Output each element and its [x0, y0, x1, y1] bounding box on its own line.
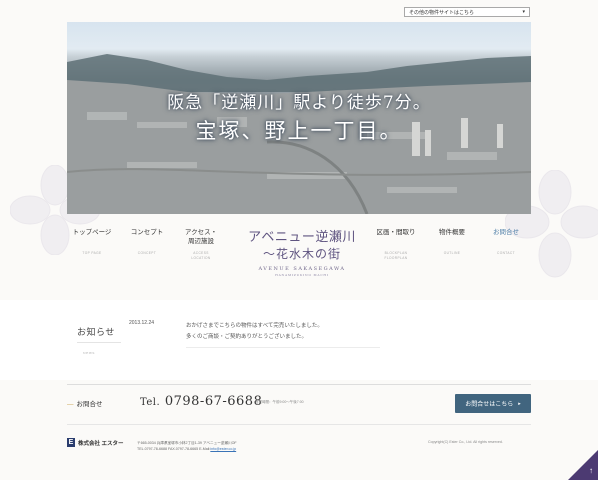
nav-item-sublabel: CONTACT: [497, 251, 515, 255]
company-name: 株式会社 エスター: [78, 440, 124, 447]
nav-item-access[interactable]: アクセス・ 周辺施設 ACCESS LOCATION: [176, 228, 226, 261]
company-logo: E 株式会社 エスター: [67, 438, 124, 447]
nav-item-top[interactable]: トップページ TOP PAGE: [67, 228, 117, 256]
logo-subtitle: 〜花水木の街: [262, 247, 341, 261]
main-nav: トップページ TOP PAGE コンセプト CONCEPT アクセス・ 周辺施設…: [67, 228, 531, 288]
nav-item-label: アクセス・ 周辺施設: [184, 229, 218, 245]
site-select-dropdown[interactable]: その他の物件サイトはこちら ▾: [404, 7, 530, 17]
nav-item-label: お問合せ: [493, 229, 519, 236]
nav-item-label: 区画・間取り: [376, 229, 416, 236]
news-title-english: NEWS: [83, 351, 95, 355]
nav-item-concept[interactable]: コンセプト CONCEPT: [122, 228, 172, 256]
logo-english: AVENUE SAKASEGAWA: [258, 266, 346, 272]
logo-english-sub: HANAMIZUKINO MACHI: [275, 273, 329, 277]
nav-item-sublabel: ACCESS LOCATION: [191, 251, 211, 260]
corner-triangle: [568, 450, 598, 480]
divider: [77, 342, 121, 343]
nav-item-sublabel: CONCEPT: [137, 251, 157, 255]
page-top-button[interactable]: ↑: [568, 450, 598, 480]
contact-label-text: お問合せ: [76, 401, 103, 408]
hero-headline: 阪急「逆瀬川」駅より徒歩7分。: [167, 93, 431, 113]
business-hours: 営業時間：午前9:00〜午後7:00: [255, 400, 304, 404]
nav-item-contact[interactable]: お問合せ CONTACT: [481, 228, 531, 256]
arrow-up-icon: ↑: [589, 466, 593, 475]
nav-item-sublabel: TOP PAGE: [82, 251, 102, 255]
chevron-down-icon: ▾: [522, 9, 525, 15]
nav-item-sublabel: OUTLINE: [443, 251, 461, 255]
divider: [67, 424, 531, 425]
news-text-line: おかげさまでこちらの物件はすべて完売いたしました。: [186, 323, 323, 329]
divider: [186, 347, 380, 348]
nav-item-sublabel: BLOCKPLAN FLOORPLAN: [384, 251, 408, 260]
company-logo-mark: E: [67, 438, 75, 447]
contact-button-label: お問合せはこちら: [465, 402, 514, 408]
nav-item-label: 物件概要: [439, 229, 465, 236]
news-heading: お知らせ NEWS: [77, 320, 115, 358]
news-body: おかげさまでこちらの物件はすべて完売いたしました。 多くのご商談・ご契約ありがと…: [186, 321, 323, 343]
hero-subheadline: 宝塚、野上一丁目。: [195, 119, 403, 143]
site-logo[interactable]: アベニュー逆瀬川 〜花水木の街 AVENUE SAKASEGAWA HANAMI…: [237, 230, 367, 277]
news-title: お知らせ: [77, 328, 115, 338]
company-address: 〒665-0034 兵庫県宝塚市小林2丁目1-39 アベニュー逆瀬川OF TEL…: [137, 440, 237, 452]
news-date: 2013.12.24: [129, 320, 155, 326]
nav-item-label: トップページ: [72, 229, 112, 236]
divider: [67, 384, 531, 385]
copyright: Copyright(C) Ester Co., Ltd. All rights …: [428, 440, 503, 444]
tel-fax-line: TEL.0797-78-6688 FAX.0797-78-6665 E-Mail…: [137, 447, 211, 451]
hero-image: 阪急「逆瀬川」駅より徒歩7分。 宝塚、野上一丁目。: [67, 22, 531, 214]
phone-value: 0798-67-6688: [164, 394, 263, 409]
arrow-right-icon: ▸: [518, 400, 521, 407]
contact-label: — お問合せ: [67, 398, 103, 408]
news-text-line: 多くのご商談・ご契約ありがとうございました。: [186, 334, 308, 340]
email-link[interactable]: info@ester.co.jp: [210, 447, 236, 451]
contact-button[interactable]: お問合せはこちら ▸: [455, 394, 531, 413]
site-select-value: その他の物件サイトはこちら: [409, 9, 475, 16]
dash-icon: —: [67, 401, 74, 408]
nav-item-blockplan[interactable]: 区画・間取り BLOCKPLAN FLOORPLAN: [371, 228, 421, 261]
phone-number[interactable]: Tel. 0798-67-6688: [140, 394, 262, 409]
nav-item-label: コンセプト: [130, 229, 164, 236]
logo-title: アベニュー逆瀬川: [248, 230, 356, 245]
phone-prefix: Tel.: [140, 397, 161, 408]
nav-item-outline[interactable]: 物件概要 OUTLINE: [427, 228, 477, 256]
